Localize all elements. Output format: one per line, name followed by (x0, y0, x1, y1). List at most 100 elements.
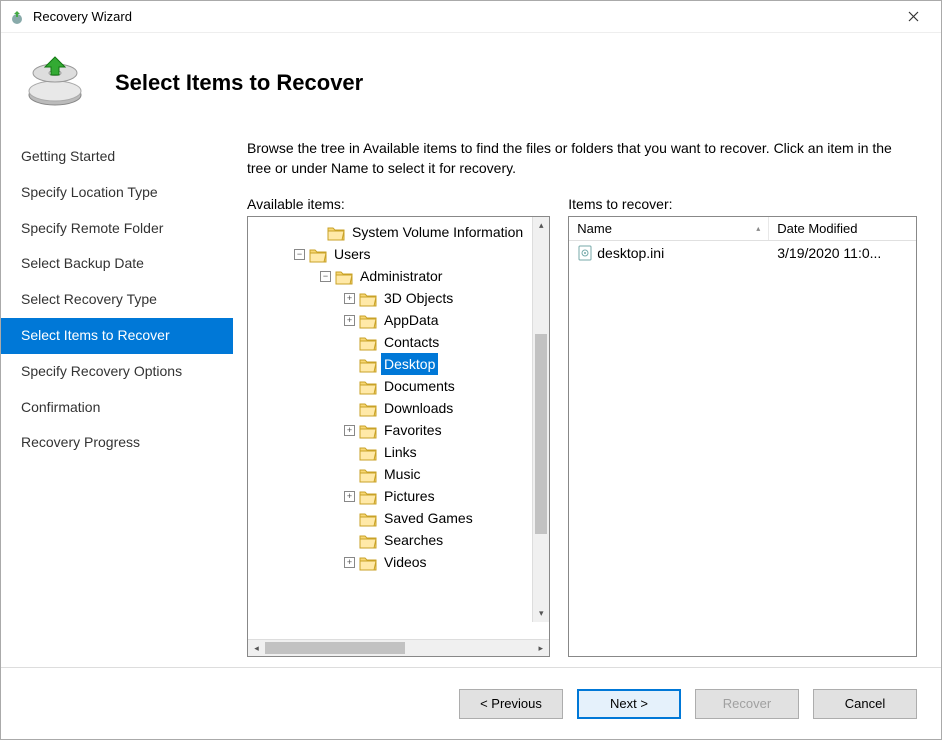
tree-item-label: AppData (381, 309, 441, 331)
wizard-steps-sidebar: Getting Started Specify Location Type Sp… (1, 133, 233, 667)
app-icon (9, 9, 25, 25)
tree-item[interactable]: Documents (252, 375, 549, 397)
folder-tree[interactable]: System Volume Information−Users−Administ… (248, 217, 549, 577)
tree-spacer (344, 535, 355, 546)
tree-item-label: Desktop (381, 353, 438, 375)
tree-item-label: Pictures (381, 485, 438, 507)
horizontal-scrollbar[interactable]: ◂ ▸ (248, 639, 549, 656)
scroll-right-arrow-icon[interactable]: ▸ (532, 640, 549, 657)
list-header: Name ▴ Date Modified (569, 217, 916, 241)
tree-item-label: Downloads (381, 397, 456, 419)
folder-icon (335, 269, 353, 284)
folder-icon (359, 555, 377, 570)
scroll-down-arrow-icon[interactable]: ▾ (533, 605, 549, 622)
expand-icon[interactable]: + (344, 293, 355, 304)
wizard-footer: < Previous Next > Recover Cancel (1, 667, 941, 739)
available-items-label: Available items: (247, 196, 550, 212)
main-content: Browse the tree in Available items to fi… (233, 133, 941, 667)
tree-item[interactable]: Downloads (252, 397, 549, 419)
vertical-scroll-thumb[interactable] (535, 334, 547, 534)
items-to-recover-box: Name ▴ Date Modified (568, 216, 917, 657)
sidebar-item-specify-recovery-options[interactable]: Specify Recovery Options (1, 354, 233, 390)
folder-icon (359, 533, 377, 548)
sidebar-item-getting-started[interactable]: Getting Started (1, 139, 233, 175)
folder-icon (359, 401, 377, 416)
tree-item[interactable]: − Administrator (252, 265, 549, 287)
available-items-box: System Volume Information−Users−Administ… (247, 216, 550, 657)
tree-spacer (344, 359, 355, 370)
wizard-header-icon (25, 53, 85, 113)
column-header-date[interactable]: Date Modified (769, 217, 916, 240)
tree-item[interactable]: Saved Games (252, 507, 549, 529)
tree-item-label: Users (331, 243, 374, 265)
folder-icon (359, 489, 377, 504)
tree-spacer (344, 403, 355, 414)
sidebar-item-select-items-to-recover[interactable]: Select Items to Recover (1, 318, 233, 354)
page-title: Select Items to Recover (115, 70, 363, 96)
column-name-label: Name (577, 221, 612, 236)
sidebar-item-specify-location-type[interactable]: Specify Location Type (1, 175, 233, 211)
tree-scroll-area: System Volume Information−Users−Administ… (248, 217, 549, 639)
wizard-header: Select Items to Recover (1, 33, 941, 133)
wizard-body: Getting Started Specify Location Type Sp… (1, 133, 941, 667)
tree-item[interactable]: Searches (252, 529, 549, 551)
tree-item[interactable]: +3D Objects (252, 287, 549, 309)
tree-spacer (344, 447, 355, 458)
folder-icon (359, 357, 377, 372)
panels: Available items: System Volume Informati… (247, 196, 917, 667)
horizontal-scroll-thumb[interactable] (265, 642, 405, 654)
recover-button[interactable]: Recover (695, 689, 799, 719)
tree-spacer (344, 381, 355, 392)
tree-spacer (312, 227, 323, 238)
tree-item-label: Saved Games (381, 507, 476, 529)
vertical-scrollbar[interactable]: ▴ ▾ (532, 217, 549, 622)
expand-icon[interactable]: + (344, 491, 355, 502)
scroll-up-arrow-icon[interactable]: ▴ (533, 217, 549, 234)
folder-icon (359, 291, 377, 306)
tree-item-label: Videos (381, 551, 430, 573)
titlebar: Recovery Wizard (1, 1, 941, 33)
items-to-recover-label: Items to recover: (568, 196, 917, 212)
sidebar-item-select-backup-date[interactable]: Select Backup Date (1, 246, 233, 282)
collapse-icon[interactable]: − (320, 271, 331, 282)
sidebar-item-select-recovery-type[interactable]: Select Recovery Type (1, 282, 233, 318)
column-date-label: Date Modified (777, 221, 857, 236)
tree-item[interactable]: + Favorites (252, 419, 549, 441)
folder-icon (327, 225, 345, 240)
folder-icon (359, 335, 377, 350)
collapse-icon[interactable]: − (294, 249, 305, 260)
expand-icon[interactable]: + (344, 557, 355, 568)
sidebar-item-recovery-progress[interactable]: Recovery Progress (1, 425, 233, 461)
tree-item[interactable]: + Videos (252, 551, 549, 573)
tree-item-label: Administrator (357, 265, 445, 287)
expand-icon[interactable]: + (344, 315, 355, 326)
previous-button[interactable]: < Previous (459, 689, 563, 719)
tree-item[interactable]: − Users (252, 243, 549, 265)
scroll-left-arrow-icon[interactable]: ◂ (248, 640, 265, 657)
expand-icon[interactable]: + (344, 425, 355, 436)
tree-item-label: Contacts (381, 331, 442, 353)
tree-item[interactable]: System Volume Information (252, 221, 549, 243)
tree-item[interactable]: + Pictures (252, 485, 549, 507)
next-button[interactable]: Next > (577, 689, 681, 719)
tree-item[interactable]: + AppData (252, 309, 549, 331)
cancel-button[interactable]: Cancel (813, 689, 917, 719)
list-item[interactable]: desktop.ini 3/19/2020 11:0... (569, 241, 916, 265)
tree-item[interactable]: Contacts (252, 331, 549, 353)
sort-arrow-icon: ▴ (748, 224, 760, 233)
tree-item[interactable]: Music (252, 463, 549, 485)
list-item-name: desktop.ini (597, 245, 664, 261)
column-header-name[interactable]: Name ▴ (569, 217, 769, 240)
folder-icon (309, 247, 327, 262)
tree-item-label: Favorites (381, 419, 445, 441)
tree-item[interactable]: Links (252, 441, 549, 463)
list-item-date: 3/19/2020 11:0... (769, 245, 916, 261)
close-button[interactable] (893, 3, 933, 31)
sidebar-item-confirmation[interactable]: Confirmation (1, 390, 233, 426)
tree-item[interactable]: Desktop (252, 353, 549, 375)
folder-icon (359, 467, 377, 482)
instructions-text: Browse the tree in Available items to fi… (247, 139, 917, 178)
sidebar-item-specify-remote-folder[interactable]: Specify Remote Folder (1, 211, 233, 247)
tree-item-label: Searches (381, 529, 446, 551)
window-title: Recovery Wizard (33, 9, 893, 24)
